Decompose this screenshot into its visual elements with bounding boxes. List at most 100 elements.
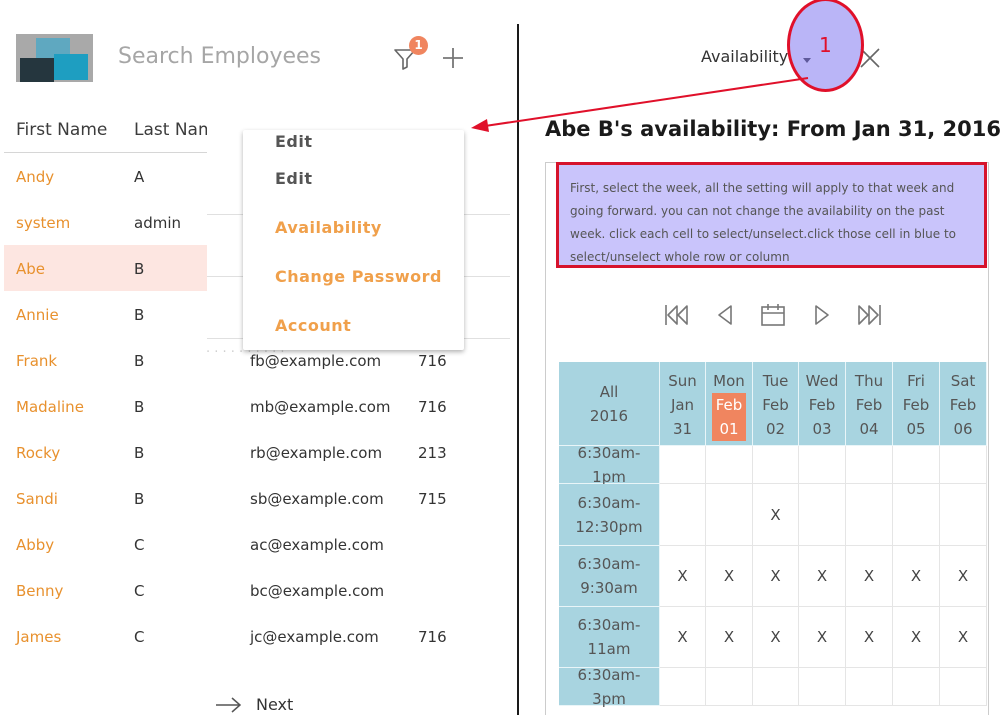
availability-cell[interactable] — [940, 668, 987, 706]
employee-first-name[interactable]: Benny — [16, 582, 63, 600]
first-week-icon[interactable] — [663, 302, 689, 328]
employee-first-name[interactable]: Annie — [16, 306, 59, 324]
time-slot-header[interactable]: 6:30am-9:30am — [559, 546, 660, 607]
employee-first-name[interactable]: system — [16, 214, 70, 232]
availability-cell[interactable]: X — [753, 607, 799, 668]
view-selector[interactable]: Availability — [701, 47, 788, 66]
today-date-badge: Feb 01 — [711, 393, 747, 441]
employee-first-name[interactable]: Frank — [16, 352, 57, 370]
time-slot-label: 6:30am-1pm — [577, 443, 641, 486]
day-of-week: Mon — [713, 372, 745, 390]
employee-first-name[interactable]: Andy — [16, 168, 54, 186]
menu-item-edit[interactable]: Edit — [275, 169, 313, 188]
employee-first-name[interactable]: Sandi — [16, 490, 58, 508]
availability-cell[interactable]: X — [846, 607, 893, 668]
menu-item-account[interactable]: Account — [275, 316, 351, 335]
availability-cell[interactable]: X — [706, 546, 753, 607]
day-number: 01 — [719, 420, 739, 438]
previous-week-icon[interactable] — [712, 302, 738, 328]
app-logo[interactable] — [16, 34, 93, 82]
day-of-week: Fri — [907, 372, 925, 390]
day-column-header[interactable]: Sat Feb 06 — [940, 362, 987, 446]
employee-panel: Search Employees 1 First Name Last Nam A… — [0, 0, 517, 715]
availability-cell[interactable] — [660, 446, 706, 484]
availability-cell[interactable] — [799, 668, 846, 706]
day-column-header[interactable]: Wed Feb 03 — [799, 362, 846, 446]
availability-cell[interactable]: X — [893, 546, 940, 607]
month-label: Feb — [902, 396, 930, 414]
employee-last-name: B — [134, 260, 145, 278]
availability-cell[interactable] — [893, 446, 940, 484]
day-column-header[interactable]: Thu Feb 04 — [846, 362, 893, 446]
availability-cell[interactable] — [799, 446, 846, 484]
employee-first-name[interactable]: Abby — [16, 536, 54, 554]
availability-cell[interactable] — [753, 668, 799, 706]
availability-cell[interactable] — [940, 446, 987, 484]
availability-cell[interactable]: X — [940, 607, 987, 668]
arrow-right-icon[interactable] — [214, 695, 242, 715]
availability-cell[interactable] — [660, 484, 706, 546]
time-slot-header[interactable]: 6:30am-12:30pm — [559, 484, 660, 546]
availability-cell[interactable]: X — [799, 546, 846, 607]
day-column-header[interactable]: Sun Jan 31 — [660, 362, 706, 446]
availability-cell[interactable] — [660, 668, 706, 706]
availability-cell[interactable] — [940, 484, 987, 546]
availability-mark: X — [723, 567, 735, 585]
availability-cell[interactable]: X — [753, 546, 799, 607]
availability-mark: X — [957, 567, 969, 585]
day-column-header[interactable]: Tue Feb 02 — [753, 362, 799, 446]
availability-cell[interactable]: X — [940, 546, 987, 607]
select-all-cell[interactable]: All 2016 — [559, 362, 660, 446]
availability-cell[interactable] — [846, 668, 893, 706]
time-slot-header[interactable]: 6:30am-11am — [559, 607, 660, 668]
availability-cell[interactable]: X — [753, 484, 799, 546]
search-input[interactable]: Search Employees — [118, 44, 321, 69]
calendar-icon[interactable] — [760, 302, 786, 328]
next-page-button[interactable]: Next — [256, 695, 293, 714]
employee-first-name[interactable]: Madaline — [16, 398, 84, 416]
availability-cell[interactable] — [799, 484, 846, 546]
time-slot-label: 6:30am-11am — [577, 616, 641, 658]
month-label: Feb — [715, 396, 743, 414]
availability-cell[interactable] — [893, 668, 940, 706]
day-column-header[interactable]: Fri Feb 05 — [893, 362, 940, 446]
employee-first-name[interactable]: Rocky — [16, 444, 60, 462]
menu-item-change-password[interactable]: Change Password — [275, 267, 442, 286]
next-week-icon[interactable] — [809, 302, 835, 328]
column-header-last-name[interactable]: Last Nam — [134, 120, 207, 140]
menu-item-availability[interactable]: Availability — [275, 218, 382, 237]
day-number: 06 — [953, 420, 973, 438]
employee-last-name: admin — [134, 214, 181, 232]
availability-cell[interactable] — [846, 484, 893, 546]
employee-phone-prefix: 716 — [418, 628, 447, 646]
availability-cell[interactable]: X — [846, 546, 893, 607]
availability-cell[interactable] — [706, 446, 753, 484]
employee-first-name[interactable]: James — [16, 628, 61, 646]
filter-count-badge: 1 — [409, 36, 428, 55]
availability-cell[interactable] — [846, 446, 893, 484]
employee-first-name[interactable]: Abe — [16, 260, 45, 278]
availability-mark: X — [863, 628, 875, 646]
availability-cell[interactable]: X — [799, 607, 846, 668]
last-week-icon[interactable] — [857, 302, 883, 328]
column-header-first-name[interactable]: First Name — [16, 120, 107, 140]
day-number: 04 — [859, 420, 879, 438]
availability-cell[interactable]: X — [706, 607, 753, 668]
employee-phone-prefix: 213 — [418, 444, 447, 462]
availability-cell[interactable]: X — [893, 607, 940, 668]
add-employee-icon[interactable] — [441, 46, 465, 70]
time-slot-header[interactable]: 6:30am-1pm — [559, 444, 660, 486]
availability-cell[interactable] — [753, 446, 799, 484]
day-of-week: Sat — [950, 372, 976, 390]
menu-item-edit[interactable]: Edit — [275, 132, 313, 151]
day-column-header[interactable]: Mon Feb 01 — [706, 362, 753, 446]
availability-cell[interactable] — [706, 668, 753, 706]
employee-last-name: B — [134, 352, 145, 370]
availability-cell[interactable] — [893, 484, 940, 546]
availability-cell[interactable]: X — [660, 546, 706, 607]
employee-email: rb@example.com — [250, 444, 383, 462]
time-slot-header[interactable]: 6:30am-3pm — [559, 666, 660, 708]
availability-cell[interactable]: X — [660, 607, 706, 668]
availability-cell[interactable] — [706, 484, 753, 546]
month-label: Jan — [670, 396, 695, 414]
